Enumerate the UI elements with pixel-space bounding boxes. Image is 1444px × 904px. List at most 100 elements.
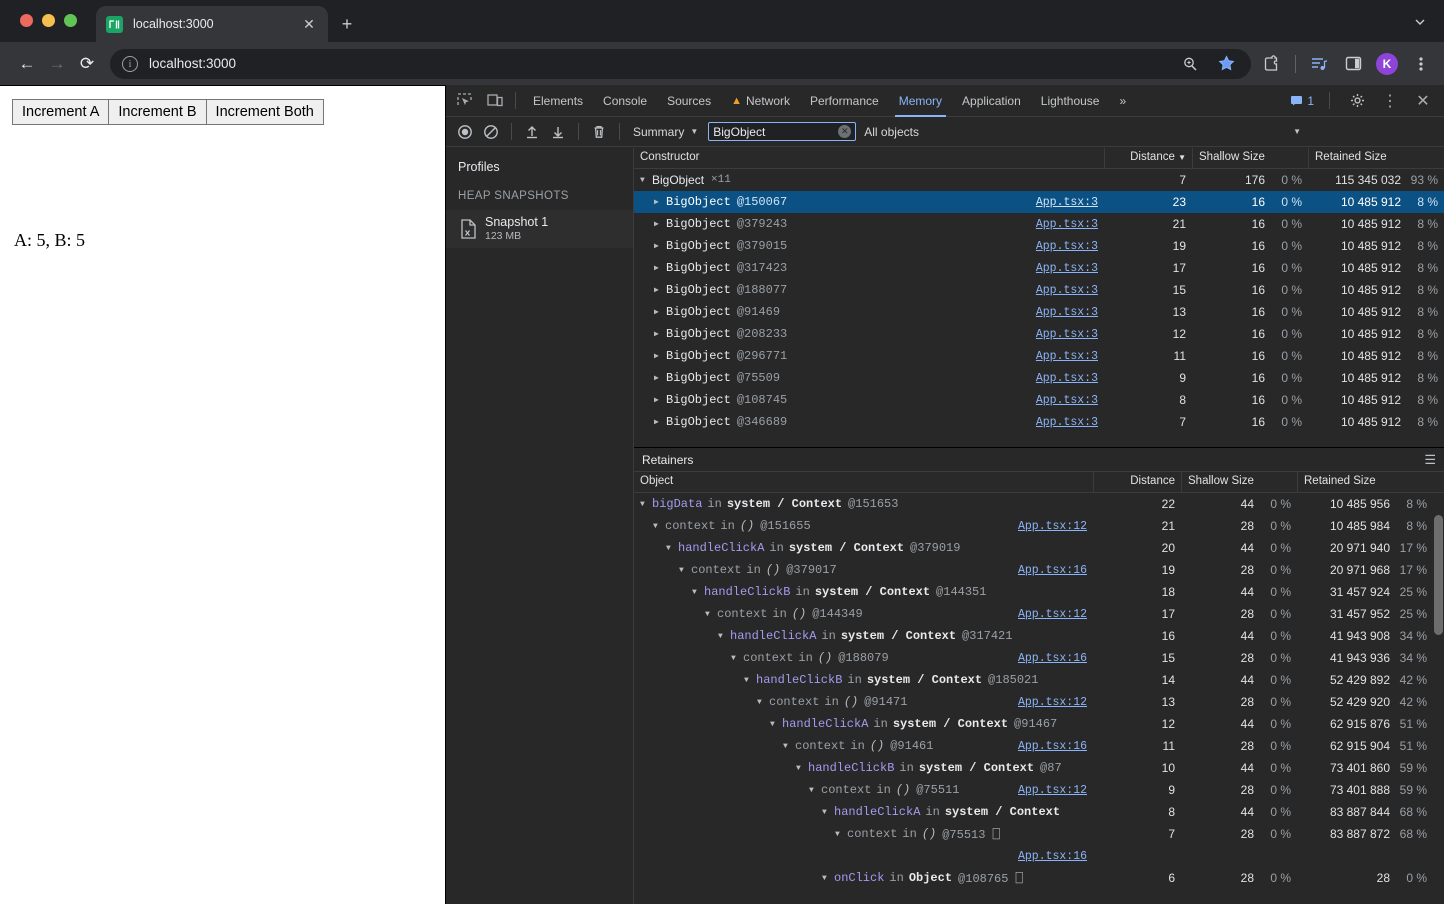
col-distance[interactable]: Distance bbox=[1093, 472, 1181, 492]
table-row[interactable]: ▶ BigObject @108745 App.tsx:3 8 16 0 % 10 485 9… bbox=[634, 389, 1444, 411]
class-filter-field[interactable] bbox=[713, 124, 839, 139]
reading-list-icon[interactable] bbox=[1308, 53, 1330, 75]
triangle-right-icon[interactable]: ▶ bbox=[654, 263, 664, 273]
table-row[interactable]: ▼ handleClickB in system / Context @185021 14… bbox=[634, 669, 1444, 691]
triangle-right-icon[interactable]: ▶ bbox=[654, 307, 664, 317]
tab-application[interactable]: Application bbox=[952, 85, 1031, 117]
table-row[interactable]: ▶ BigObject @296771 App.tsx:3 11 16 0 % 10 485 … bbox=[634, 345, 1444, 367]
back-button[interactable]: ← bbox=[12, 49, 42, 79]
source-link[interactable]: App.tsx:3 bbox=[1026, 196, 1098, 209]
issues-badge[interactable]: 1 bbox=[1284, 94, 1320, 108]
source-link[interactable]: App.tsx:16 bbox=[1008, 740, 1087, 753]
trash-icon[interactable] bbox=[586, 119, 612, 145]
triangle-down-icon[interactable]: ▼ bbox=[718, 632, 728, 641]
clear-filter-icon[interactable]: ✕ bbox=[838, 125, 852, 138]
table-row[interactable]: ▼ context in () @91461 App.tsx:16 11 28 0 % 62 91… bbox=[634, 735, 1444, 757]
side-panel-icon[interactable] bbox=[1342, 53, 1364, 75]
triangle-down-icon[interactable]: ▼ bbox=[796, 764, 806, 773]
table-row[interactable]: ▼ context in () @75511 App.tsx:12 9 28 0 % 73 401… bbox=[634, 779, 1444, 801]
table-row[interactable]: ▶ BigObject @317423 App.tsx:3 17 16 0 % 10 485 … bbox=[634, 257, 1444, 279]
devtools-more-icon[interactable]: ⋮ bbox=[1377, 88, 1403, 114]
tab-performance[interactable]: Performance bbox=[800, 85, 889, 117]
col-shallow-size[interactable]: Shallow Size bbox=[1181, 472, 1297, 492]
triangle-down-icon[interactable]: ▼ bbox=[822, 808, 832, 817]
sidebar-item-snapshot-1[interactable]: Snapshot 1 123 MB bbox=[446, 210, 633, 248]
minimize-window-button[interactable] bbox=[42, 14, 55, 27]
triangle-down-icon[interactable]: ▼ bbox=[692, 588, 702, 597]
table-row[interactable]: ▼ context in () @188079 App.tsx:16 15 28 0 % 41 9… bbox=[634, 647, 1444, 669]
triangle-down-icon[interactable]: ▼ bbox=[822, 874, 832, 883]
clear-icon[interactable] bbox=[478, 119, 504, 145]
table-row[interactable]: ▼ handleClickA in system / Context @317421 16… bbox=[634, 625, 1444, 647]
table-row[interactable]: App.tsx:16 bbox=[634, 845, 1444, 867]
extensions-icon[interactable] bbox=[1261, 53, 1283, 75]
table-row[interactable]: ▼ handleClickA in system / Context 8 44 0 % 83 … bbox=[634, 801, 1444, 823]
tab-lighthouse[interactable]: Lighthouse bbox=[1031, 85, 1110, 117]
table-row[interactable]: ▶ BigObject @75509 App.tsx:3 9 16 0 % 10 485 91… bbox=[634, 367, 1444, 389]
browser-tab[interactable]: localhost:3000 ✕ bbox=[96, 6, 328, 42]
table-row[interactable]: ▼ handleClickB in system / Context @144351 18… bbox=[634, 581, 1444, 603]
more-tabs-button[interactable]: » bbox=[1109, 85, 1136, 117]
source-link[interactable]: App.tsx:16 bbox=[1008, 652, 1087, 665]
triangle-down-icon[interactable]: ▼ bbox=[666, 544, 676, 553]
tab-console[interactable]: Console bbox=[593, 85, 657, 117]
triangle-down-icon[interactable]: ▼ bbox=[653, 522, 663, 531]
triangle-right-icon[interactable]: ▶ bbox=[654, 197, 664, 207]
class-filter-input[interactable]: ✕ bbox=[708, 122, 857, 141]
maximize-window-button[interactable] bbox=[64, 14, 77, 27]
zoom-icon[interactable] bbox=[1179, 53, 1201, 75]
gear-icon[interactable] bbox=[1344, 88, 1370, 114]
save-profile-icon[interactable] bbox=[545, 119, 571, 145]
source-link[interactable]: App.tsx:16 bbox=[1008, 850, 1087, 863]
triangle-right-icon[interactable]: ▶ bbox=[654, 395, 664, 405]
table-row[interactable]: ▼ handleClickA in system / Context @379019 20… bbox=[634, 537, 1444, 559]
tab-sources[interactable]: Sources bbox=[657, 85, 721, 117]
triangle-right-icon[interactable]: ▶ bbox=[654, 329, 664, 339]
load-profile-icon[interactable] bbox=[519, 119, 545, 145]
new-tab-button[interactable]: + bbox=[335, 12, 359, 36]
table-row[interactable]: ▼ handleClickB in system / Context @87 10 44 0 … bbox=[634, 757, 1444, 779]
increment-a-button[interactable]: Increment A bbox=[12, 99, 110, 125]
triangle-right-icon[interactable]: ▶ bbox=[654, 417, 664, 427]
triangle-down-icon[interactable]: ▼ bbox=[679, 566, 689, 575]
table-row[interactable]: ▼ context in () @75513 ⎕ 7 28 0 % 83 887 872 68 % bbox=[634, 823, 1444, 845]
source-link[interactable]: App.tsx:3 bbox=[1026, 240, 1098, 253]
close-tab-icon[interactable]: ✕ bbox=[300, 15, 318, 33]
triangle-down-icon[interactable]: ▼ bbox=[640, 500, 650, 509]
table-row[interactable]: ▶ BigObject @150067 App.tsx:3 23 16 0 % 10 485 … bbox=[634, 191, 1444, 213]
table-row[interactable]: ▶ BigObject @379243 App.tsx:3 21 16 0 % 10 485 … bbox=[634, 213, 1444, 235]
source-link[interactable]: App.tsx:3 bbox=[1026, 372, 1098, 385]
triangle-right-icon[interactable]: ▶ bbox=[654, 351, 664, 361]
device-toolbar-icon[interactable] bbox=[482, 88, 508, 114]
col-retained-size[interactable]: Retained Size bbox=[1297, 472, 1433, 492]
table-row[interactable]: ▼ context in () @144349 App.tsx:12 17 28 0 % 31 4… bbox=[634, 603, 1444, 625]
triangle-down-icon[interactable]: ▼ bbox=[783, 742, 793, 751]
table-row[interactable]: ▼ bigData in system / Context @151653 22 44 0 %… bbox=[634, 493, 1444, 515]
source-link[interactable]: App.tsx:3 bbox=[1026, 306, 1098, 319]
close-window-button[interactable] bbox=[20, 14, 33, 27]
table-row[interactable]: ▼ handleClickA in system / Context @91467 12 4… bbox=[634, 713, 1444, 735]
site-info-icon[interactable]: i bbox=[122, 55, 138, 72]
window-controls[interactable] bbox=[20, 14, 77, 27]
triangle-down-icon[interactable]: ▼ bbox=[731, 654, 741, 663]
retainers-menu-icon[interactable]: ☰ bbox=[1424, 452, 1436, 468]
source-link[interactable]: App.tsx:3 bbox=[1026, 416, 1098, 429]
triangle-down-icon[interactable]: ▼ bbox=[640, 176, 650, 185]
col-distance[interactable]: Distance ▼ bbox=[1104, 148, 1192, 168]
record-icon[interactable] bbox=[452, 119, 478, 145]
view-select[interactable]: Summary ▼ bbox=[627, 125, 704, 139]
table-row[interactable]: ▶ BigObject @91469 App.tsx:3 13 16 0 % 10 485 9… bbox=[634, 301, 1444, 323]
triangle-down-icon[interactable]: ▼ bbox=[757, 698, 767, 707]
table-row[interactable]: ▶ BigObject @346689 App.tsx:3 7 16 0 % 10 485 9… bbox=[634, 411, 1444, 433]
source-link[interactable]: App.tsx:12 bbox=[1008, 696, 1087, 709]
bookmark-star-icon[interactable] bbox=[1215, 53, 1237, 75]
triangle-right-icon[interactable]: ▶ bbox=[654, 373, 664, 383]
table-row[interactable]: ▶ BigObject @208233 App.tsx:3 12 16 0 % 10 485 … bbox=[634, 323, 1444, 345]
table-row[interactable]: ▼ context in () @151655 App.tsx:12 21 28 0 % 10 4… bbox=[634, 515, 1444, 537]
triangle-right-icon[interactable]: ▶ bbox=[654, 241, 664, 251]
table-row[interactable]: ▼ context in () @379017 App.tsx:16 19 28 0 % 20 9… bbox=[634, 559, 1444, 581]
triangle-down-icon[interactable]: ▼ bbox=[809, 786, 819, 795]
source-link[interactable]: App.tsx:3 bbox=[1026, 218, 1098, 231]
tab-search-icon[interactable] bbox=[1406, 10, 1434, 34]
source-link[interactable]: App.tsx:12 bbox=[1008, 784, 1087, 797]
